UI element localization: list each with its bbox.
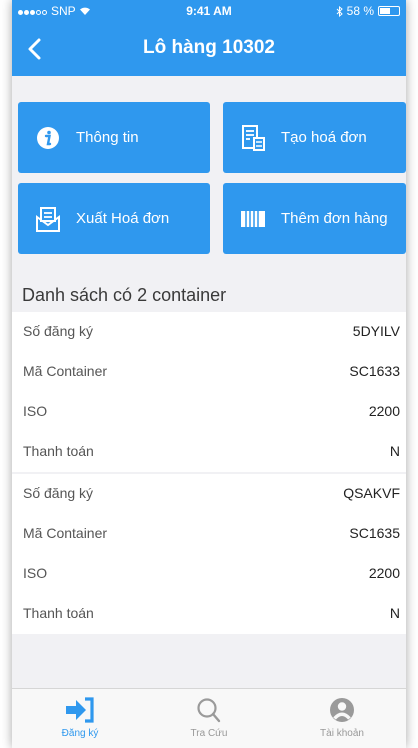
info-button-label: Thông tin [76, 129, 139, 146]
list-item: Thanh toán N [12, 594, 406, 634]
row-value: N [389, 443, 400, 459]
main-content: Thông tin Tạo hoá đơn Xuất Hoá đơn Thêm … [12, 76, 406, 688]
row-value: 2200 [368, 403, 400, 419]
container-list-title: Danh sách có 2 container [22, 285, 227, 305]
tab-lookup[interactable]: Tra Cứu [154, 695, 264, 739]
tab-register[interactable]: Đăng ký [25, 695, 135, 739]
status-bar: SNP 9:41 AM 58 % [12, 0, 406, 22]
export-invoice-label: Xuất Hoá đơn [76, 210, 170, 227]
add-order-label: Thêm đơn hàng [281, 210, 388, 227]
list-item: Số đăng ký 5DYILV [12, 312, 406, 352]
row-value: QSAKVF [343, 485, 400, 501]
list-item: Thanh toán N [12, 432, 406, 472]
row-value: SC1633 [349, 363, 400, 379]
app-screen: SNP 9:41 AM 58 % Lô hàng 10302 Thông tin… [12, 0, 406, 748]
tab-bar: Đăng ký Tra Cứu Tài khoản [12, 688, 406, 748]
sign-in-icon [66, 697, 94, 723]
container-icon [241, 210, 265, 227]
create-invoice-label: Tạo hoá đơn [281, 129, 367, 146]
bluetooth-icon [336, 5, 343, 17]
row-label: ISO [23, 565, 48, 581]
list-item: ISO 2200 [12, 554, 406, 594]
add-order-button[interactable]: Thêm đơn hàng [223, 183, 406, 254]
row-label: Mã Container [23, 525, 108, 541]
row-label: Mã Container [23, 363, 108, 379]
export-invoice-button[interactable]: Xuất Hoá đơn [18, 183, 210, 254]
battery-icon [378, 6, 400, 16]
row-label: Số đăng ký [23, 323, 94, 339]
search-icon [197, 698, 221, 723]
row-label: Thanh toán [23, 443, 94, 459]
tab-account-label: Tài khoản [320, 728, 364, 739]
envelope-export-icon [36, 206, 60, 232]
container-card[interactable]: Số đăng ký 5DYILV Mã Container SC1633 IS… [12, 312, 406, 472]
battery-level [380, 8, 391, 14]
nav-bar: Lô hàng 10302 [12, 22, 406, 76]
row-value: N [389, 605, 400, 621]
account-icon [330, 698, 354, 722]
invoice-icon [242, 124, 265, 151]
tab-lookup-label: Tra Cứu [190, 728, 228, 739]
list-item: Số đăng ký QSAKVF [12, 474, 406, 514]
container-card[interactable]: Số đăng ký QSAKVF Mã Container SC1635 IS… [12, 474, 406, 634]
tab-register-label: Đăng ký [61, 728, 99, 739]
page-title: Lô hàng 10302 [143, 37, 275, 58]
row-value: SC1635 [349, 525, 400, 541]
row-value: 5DYILV [352, 323, 400, 339]
list-item: Mã Container SC1633 [12, 352, 406, 392]
info-icon [37, 126, 59, 149]
battery-percent: 58 % [346, 4, 374, 18]
create-invoice-button[interactable]: Tạo hoá đơn [223, 102, 406, 173]
list-item: ISO 2200 [12, 392, 406, 432]
row-label: ISO [23, 403, 48, 419]
status-right: 58 % [336, 4, 400, 18]
tab-account[interactable]: Tài khoản [287, 695, 397, 739]
info-button[interactable]: Thông tin [18, 102, 210, 173]
row-label: Số đăng ký [23, 485, 94, 501]
row-label: Thanh toán [23, 605, 94, 621]
row-value: 2200 [368, 565, 400, 581]
list-item: Mã Container SC1635 [12, 514, 406, 554]
